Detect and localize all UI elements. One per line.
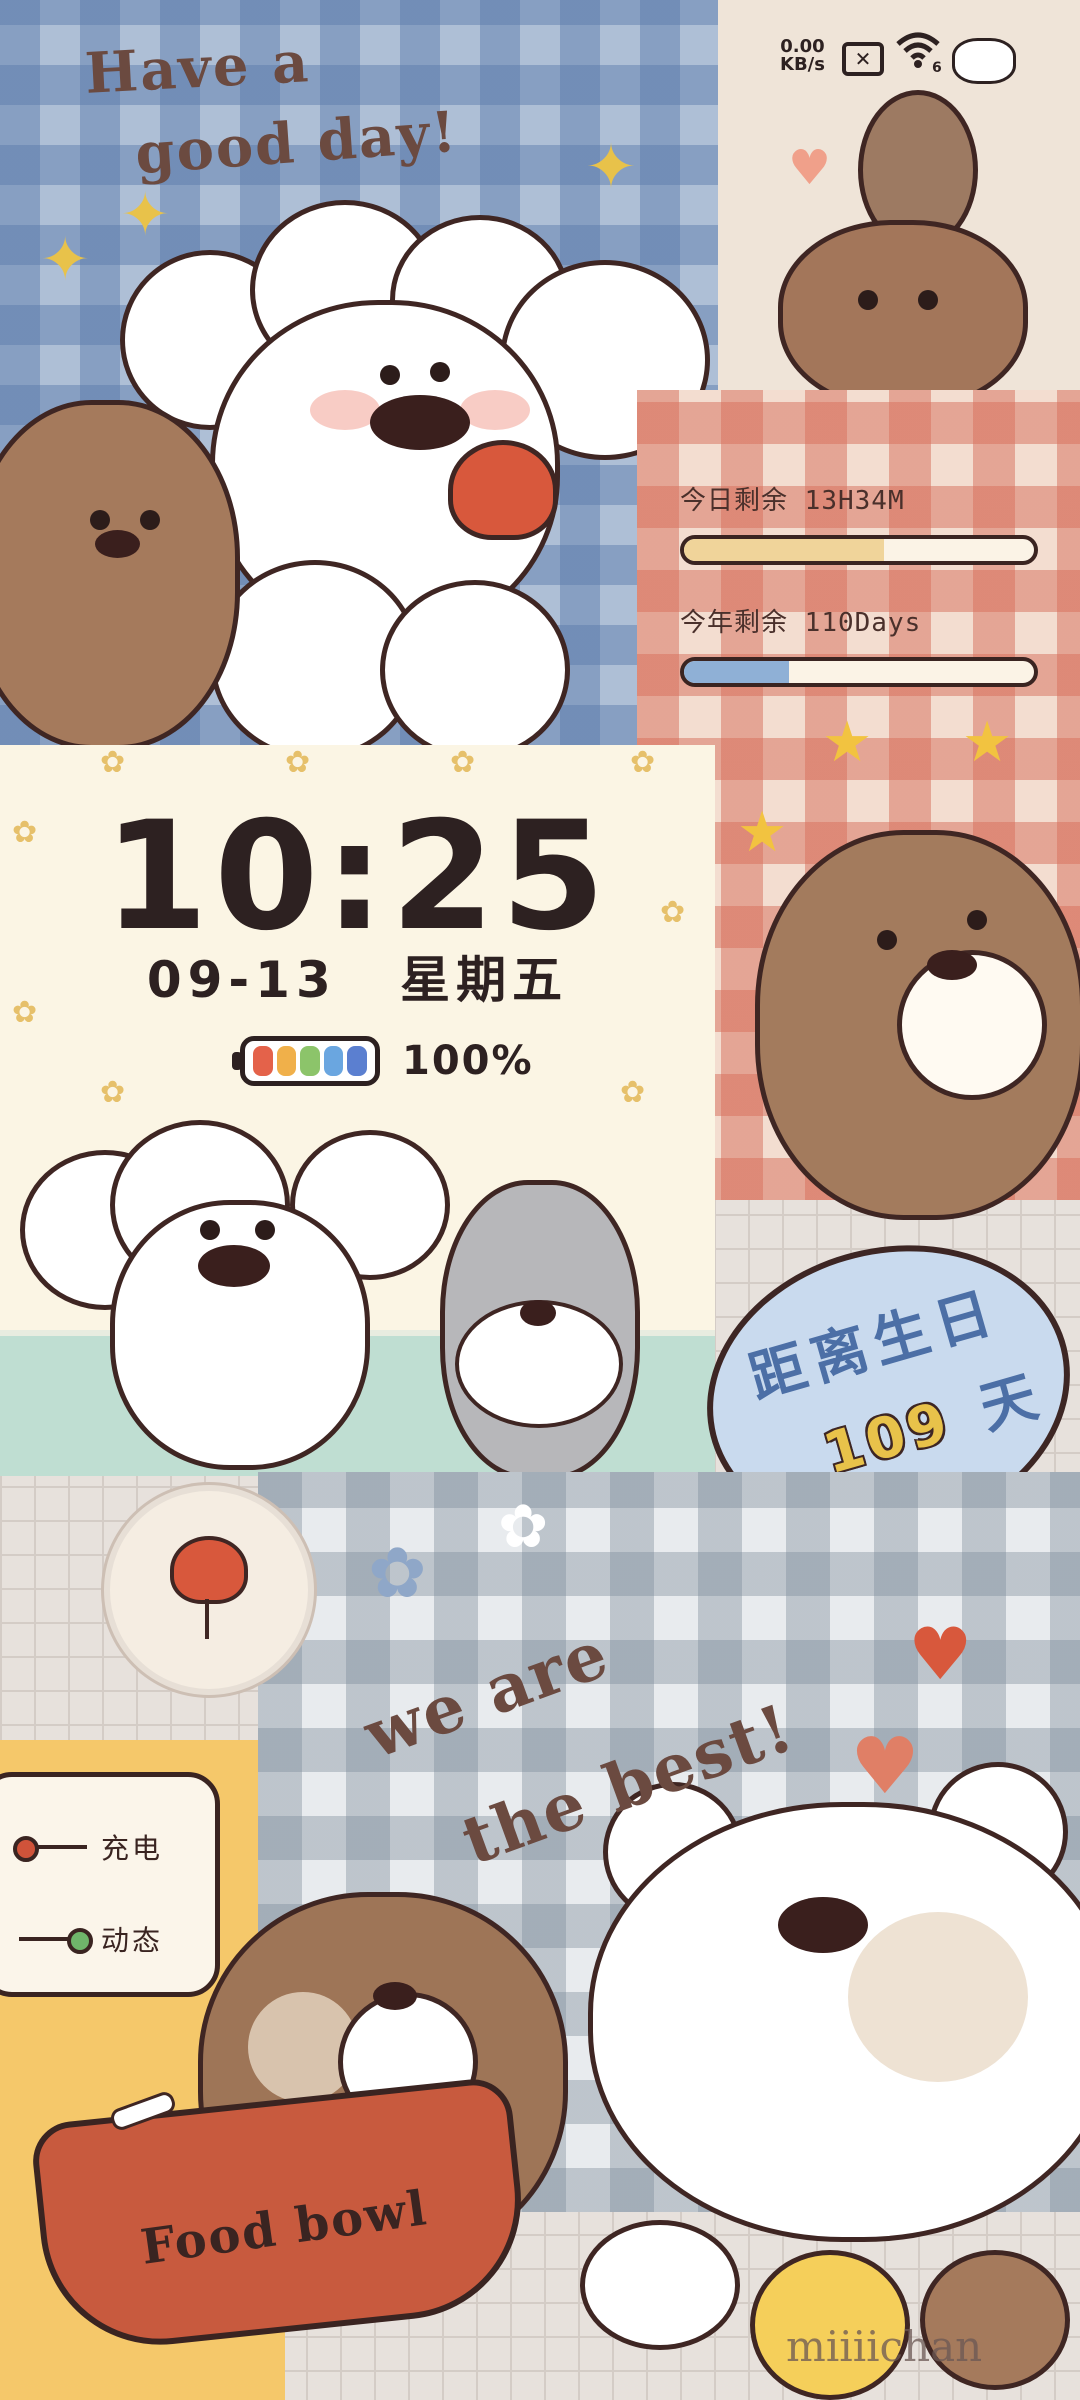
date-text: 09-13 [146, 951, 337, 1009]
year-countdown: 今年剩余 110Days [680, 602, 1040, 687]
year-value: 110Days [804, 608, 922, 638]
battery-cell [347, 1046, 367, 1076]
charging-switch[interactable] [13, 1836, 87, 1862]
sparkle-icon: ✦ [585, 130, 637, 203]
star-icon: ★ [822, 710, 873, 775]
toggle-charging[interactable]: 充电 [13, 1827, 164, 1867]
heart-icon: ♥ [908, 1612, 973, 1696]
today-progress-bar [680, 535, 1038, 565]
wifi-badge: 6 [932, 60, 942, 76]
flower-icon: ✿ [100, 745, 126, 780]
year-countdown-label: 今年剩余 110Days [680, 602, 1040, 639]
flower-icon: ✿ [285, 745, 311, 780]
sim-absent-icon: ✕ [842, 42, 884, 76]
year-progress-bar [680, 657, 1038, 687]
sparkle-icon: ✦ [40, 225, 91, 295]
heart-icon: ♥ [850, 1722, 920, 1812]
watermark: miiiichan [786, 2322, 983, 2371]
year-label: 今年剩余 [680, 608, 789, 638]
status-bar: 0.00 KB/s ✕ 6 [780, 32, 1070, 88]
tulip-badge[interactable] [104, 1485, 314, 1695]
flower-icon: ✿ [620, 1075, 646, 1110]
mini-white-bear [580, 2220, 740, 2350]
today-countdown-label: 今日剩余 13H34M [680, 480, 1040, 517]
flower-icon: ✿ [498, 1492, 549, 1562]
battery-cell [323, 1046, 344, 1076]
flower-icon: ✿ [368, 1532, 427, 1614]
flower-icon: ✿ [100, 1075, 126, 1110]
sparkle-icon: ✦ [120, 180, 171, 250]
heart-icon: ♥ [788, 140, 832, 196]
today-value: 13H34M [804, 486, 905, 516]
year-progress-fill [684, 661, 789, 683]
today-progress-fill [684, 539, 884, 561]
charging-label: 充电 [101, 1832, 164, 1865]
switch-knob [13, 1836, 39, 1862]
star-icon: ★ [737, 800, 788, 865]
today-countdown: 今日剩余 13H34M [680, 480, 1040, 565]
today-label: 今日剩余 [680, 486, 789, 516]
battery-cell [276, 1046, 297, 1076]
toggle-dynamic[interactable]: 动态 [19, 1919, 163, 1959]
clock-time[interactable]: 10:25 [0, 790, 715, 964]
weekday-text: 星期五 [400, 951, 569, 1009]
net-speed: 0.00 KB/s [780, 38, 825, 74]
battery-cell [300, 1046, 320, 1076]
flower-icon: ✿ [450, 745, 476, 780]
dynamic-label: 动态 [101, 1924, 164, 1957]
brown-poodle-illustration [0, 400, 240, 750]
battery-icon [240, 1036, 380, 1086]
battery-percent: 100% [402, 1038, 534, 1084]
flower-icon: ✿ [630, 745, 656, 780]
clock-date: 09-13 星期五 [0, 940, 715, 1012]
dog-battery-icon [952, 38, 1016, 84]
tulip-icon [170, 1536, 248, 1604]
tulip-icon [448, 440, 558, 540]
star-icon: ★ [962, 710, 1013, 775]
toggle-card: 充电 动态 [0, 1772, 220, 1997]
greeting-line-1: Have a [83, 29, 312, 107]
net-speed-unit: KB/s [780, 54, 825, 75]
dynamic-switch[interactable] [19, 1928, 93, 1954]
battery-cell [253, 1046, 273, 1076]
switch-knob [67, 1928, 93, 1954]
